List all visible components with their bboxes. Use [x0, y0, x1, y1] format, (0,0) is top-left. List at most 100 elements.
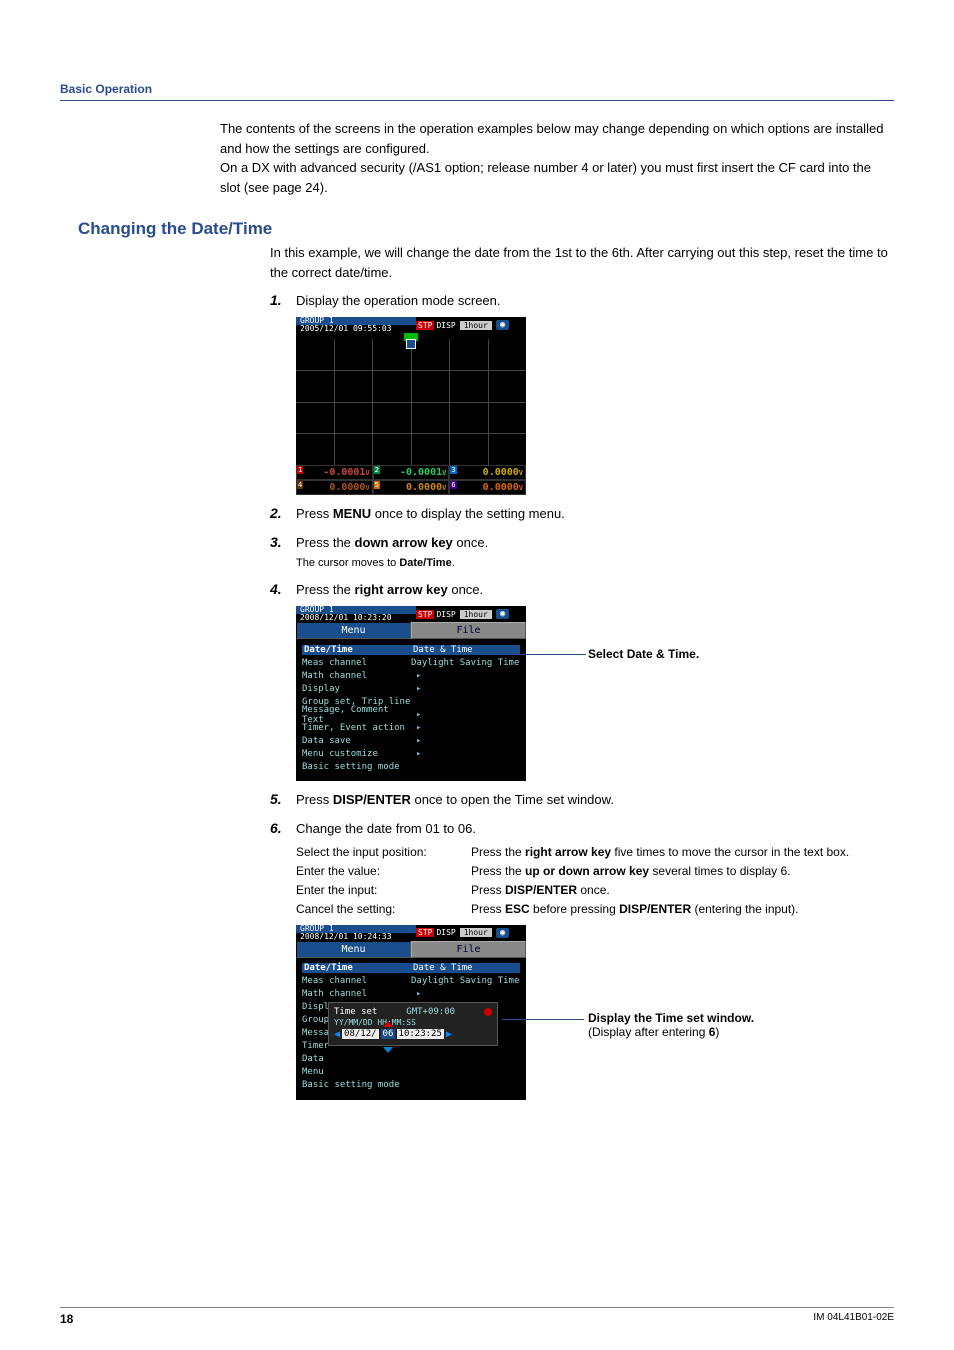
date-pre: 08/12/	[342, 1029, 379, 1039]
m3-basic[interactable]: Basic setting mode	[302, 1080, 412, 1090]
shot1-span: 1hour	[460, 321, 492, 330]
s2-post: once to display the setting menu.	[371, 506, 565, 521]
callout-line	[502, 1019, 584, 1020]
m-dst[interactable]: Daylight Saving Time	[411, 658, 520, 668]
header-title: Basic Operation	[60, 82, 152, 96]
step-2-num: 2.	[270, 503, 296, 524]
r4d2: before pressing	[530, 902, 619, 916]
shot3-badge: STP	[416, 928, 434, 937]
step-6-num: 6.	[270, 818, 296, 839]
shot1-datetime: 2005/12/01 09:55:03	[296, 325, 416, 333]
input-instruction-table: Select the input position:Press the righ…	[296, 843, 894, 918]
step-5: 5. Press DISP/ENTER once to open the Tim…	[270, 789, 894, 810]
recording-dot-icon	[484, 1008, 492, 1016]
m-math[interactable]: Math channel	[302, 671, 412, 681]
right-arrow-icon[interactable]: ▶	[446, 1029, 452, 1040]
chevron-right-icon: ▸	[416, 671, 421, 681]
shot3-disp: DISP	[436, 928, 455, 937]
s2-b: MENU	[333, 506, 371, 521]
m-display[interactable]: Display	[302, 684, 412, 694]
s3-npo: .	[452, 557, 455, 569]
inp-r1-label: Select the input position:	[296, 843, 471, 861]
plot-area	[296, 333, 526, 465]
step-4: 4. Press the right arrow key once.	[270, 579, 894, 600]
m3-date-and-time[interactable]: Date & Time	[411, 963, 520, 973]
r4d1: Press	[471, 902, 505, 916]
m3-data[interactable]: Data	[302, 1054, 412, 1064]
m3-meas[interactable]: Meas channel	[302, 976, 411, 986]
r3d1: Press	[471, 883, 505, 897]
step-4-num: 4.	[270, 579, 296, 600]
intro-block: The contents of the screens in the opera…	[220, 119, 894, 197]
s5-b: DISP/ENTER	[333, 792, 411, 807]
tab-file[interactable]: File	[411, 941, 526, 958]
m-data-save[interactable]: Data save	[302, 736, 412, 746]
shot2-datetime: 2008/12/01 10:23:20	[296, 614, 416, 622]
section-lead: In this example, we will change the date…	[270, 243, 894, 282]
time-set-popup: Time setGMT+09:00 YY/MM/DD HH:MM:SS ◀ 08…	[328, 1002, 498, 1046]
popup-title: Time set	[334, 1007, 377, 1017]
r4-unit: V	[365, 484, 369, 492]
step-5-num: 5.	[270, 789, 296, 810]
chevron-right-icon: ▸	[416, 710, 421, 720]
r6-val: 0.0000	[483, 482, 519, 493]
r1d2: five times to move the cursor in the tex…	[611, 845, 849, 859]
time-post: 10:23:25	[397, 1029, 444, 1039]
inp-r2-label: Enter the value:	[296, 862, 471, 880]
chevron-right-icon: ▸	[416, 723, 421, 733]
r4-tag: 4	[297, 481, 303, 489]
page-footer: 18 IM 04L41B01-02E	[60, 1307, 894, 1326]
m3-date-time[interactable]: Date/Time	[302, 963, 411, 973]
s5-pre: Press	[296, 792, 333, 807]
m3-math[interactable]: Math channel	[302, 989, 412, 999]
r4-val: 0.0000	[329, 482, 365, 493]
intro-p2: On a DX with advanced security (/AS1 opt…	[220, 158, 894, 197]
m-basic[interactable]: Basic setting mode	[302, 762, 412, 772]
step-2: 2. Press MENU once to display the settin…	[270, 503, 894, 524]
inp-r4-label: Cancel the setting:	[296, 900, 471, 918]
tab-menu[interactable]: Menu	[296, 622, 411, 639]
shot3-span: 1hour	[460, 928, 492, 937]
m-date-and-time[interactable]: Date & Time	[411, 645, 520, 655]
r6-tag: 6	[450, 481, 456, 489]
doc-id: IM 04L41B01-02E	[813, 1312, 894, 1326]
m-meas[interactable]: Meas channel	[302, 658, 411, 668]
camera-icon: ◉	[496, 609, 509, 619]
m-menu-cust[interactable]: Menu customize	[302, 749, 412, 759]
down-arrow-icлетsay=	[383, 1047, 393, 1053]
up-arrow-icon[interactable]	[383, 1021, 393, 1027]
r1b: right arrow key	[525, 845, 611, 859]
left-arrow-icon[interactable]: ◀	[334, 1029, 340, 1040]
s3-nb: Date/Time	[399, 557, 451, 569]
m-timer[interactable]: Timer, Event action	[302, 723, 412, 733]
r5-val: 0.0000	[406, 482, 442, 493]
r4d3: (entering the input).	[691, 902, 798, 916]
step-1-text: Display the operation mode screen.	[296, 291, 894, 311]
page-number: 18	[60, 1312, 73, 1326]
popup-format: YY/MM/DD HH:MM:SS	[334, 1018, 416, 1027]
page-header: Basic Operation	[60, 80, 894, 101]
r6-unit: V	[519, 484, 523, 492]
m3-dst[interactable]: Daylight Saving Time	[411, 976, 520, 986]
m-message[interactable]: Message, Comment Text	[302, 705, 412, 725]
day-field[interactable]: 06	[381, 1029, 396, 1039]
m3-menu[interactable]: Menu	[302, 1067, 412, 1077]
s4-post: once.	[448, 582, 483, 597]
tab-file[interactable]: File	[411, 622, 526, 639]
chevron-right-icon: ▸	[416, 684, 421, 694]
screenshot-3: GROUP 1 2008/12/01 10:24:33 STP DISP 1ho…	[296, 925, 894, 1100]
tab-menu[interactable]: Menu	[296, 941, 411, 958]
shot2-badge: STP	[416, 610, 434, 619]
m-date-time[interactable]: Date/Time	[302, 645, 411, 655]
s3-b: down arrow key	[355, 535, 453, 550]
r2d1: Press the	[471, 864, 525, 878]
s3-post: once.	[453, 535, 488, 550]
r2-val: -0.0001	[400, 467, 442, 478]
step-3: 3. Press the down arrow key once. The cu…	[270, 532, 894, 571]
camera-icon: ◉	[496, 928, 509, 938]
s3-pre: Press the	[296, 535, 355, 550]
step-6-text: Change the date from 01 to 06.	[296, 819, 894, 839]
step-3-num: 3.	[270, 532, 296, 553]
step-6: 6. Change the date from 01 to 06. Select…	[270, 818, 894, 919]
callout-line	[506, 654, 586, 655]
